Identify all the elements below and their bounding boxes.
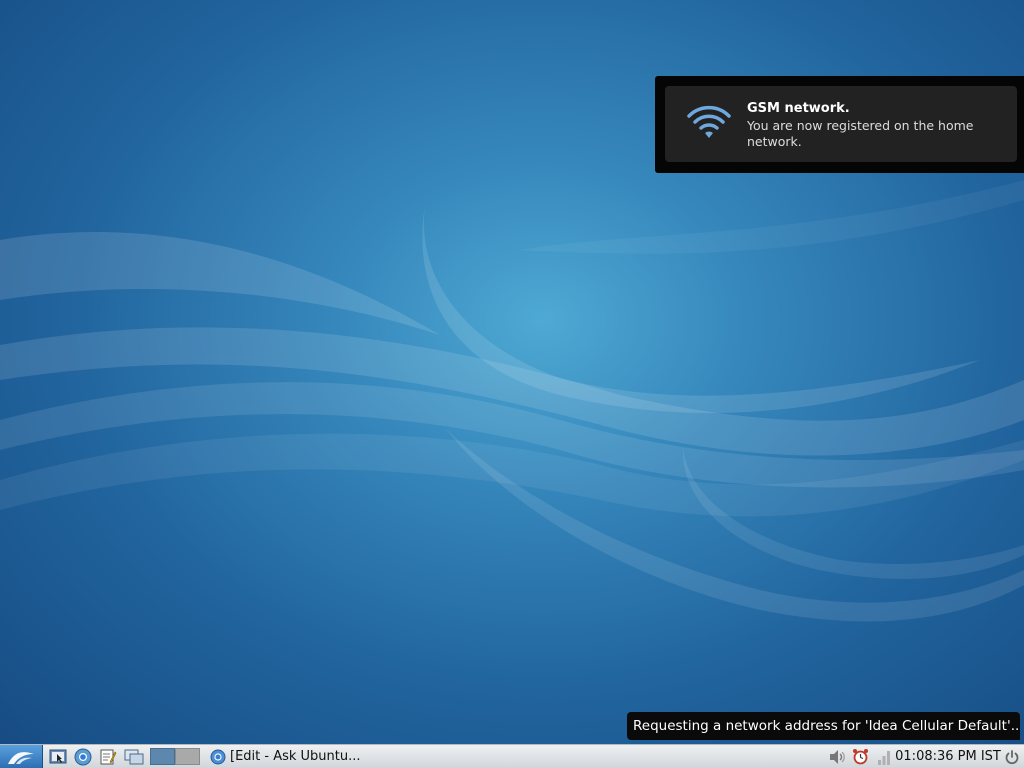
- notification-bubble[interactable]: GSM network. You are now registered on t…: [655, 76, 1024, 173]
- network-tooltip: Requesting a network address for 'Idea C…: [627, 712, 1020, 740]
- wifi-signal-icon: [687, 105, 731, 138]
- desktop-background: GSM network. You are now registered on t…: [0, 0, 1024, 744]
- notification-body: You are now registered on the home netwo…: [747, 118, 974, 149]
- network-connecting-icon: [878, 750, 890, 765]
- workspace-1[interactable]: [150, 748, 175, 765]
- alarm-clock-icon: [852, 749, 868, 765]
- notification-title: GSM network.: [747, 101, 850, 116]
- text-editor-icon: [100, 749, 117, 764]
- clock[interactable]: 01:08:36 PM IST: [895, 745, 1001, 768]
- speaker-icon: [830, 749, 845, 764]
- browser-icon: [74, 748, 92, 765]
- power-button[interactable]: [1001, 745, 1022, 768]
- show-desktop-icon: [124, 749, 144, 765]
- text-editor-launcher[interactable]: [97, 745, 119, 768]
- file-manager-icon: [49, 749, 67, 764]
- workspace-2[interactable]: [175, 748, 200, 765]
- power-icon: [1005, 749, 1018, 764]
- lubuntu-menu-icon: [8, 751, 34, 764]
- volume-control[interactable]: [826, 745, 848, 768]
- chromium-icon: [210, 749, 226, 764]
- show-desktop-button[interactable]: [122, 745, 146, 768]
- network-tray[interactable]: [874, 745, 894, 768]
- window-button-label: [Edit - Ask Ubuntu...: [230, 749, 361, 764]
- start-menu-button[interactable]: [0, 745, 43, 768]
- taskbar-window-button[interactable]: [Edit - Ask Ubuntu...: [206, 745, 378, 768]
- browser-launcher[interactable]: [72, 745, 94, 768]
- taskbar: [Edit - Ask Ubuntu... 01:08:36 PM IST: [0, 744, 1024, 768]
- file-manager-launcher[interactable]: [47, 745, 69, 768]
- notification-content: GSM network. You are now registered on t…: [665, 86, 1017, 162]
- alarm-clock-tray[interactable]: [850, 745, 870, 768]
